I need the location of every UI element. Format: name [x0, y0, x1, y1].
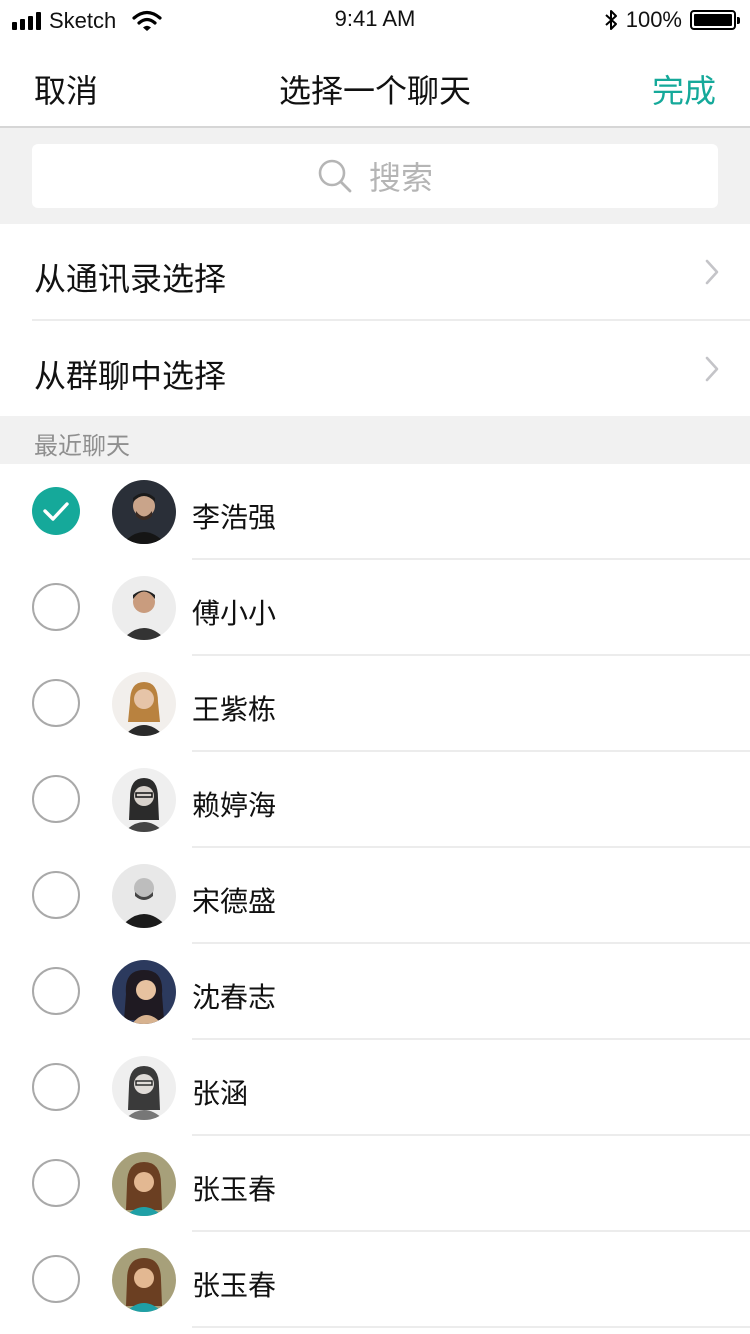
avatar	[112, 1152, 176, 1216]
battery-fill	[694, 14, 732, 26]
check-circle-icon[interactable]	[32, 1159, 80, 1207]
contact-row[interactable]: 傅小小	[0, 560, 750, 656]
check-circle-icon[interactable]	[32, 583, 80, 631]
check-circle-icon[interactable]	[32, 1063, 80, 1111]
section-title: 最近聊天	[34, 432, 130, 460]
battery-icon	[690, 10, 740, 30]
check-circle-checked-icon[interactable]	[32, 487, 80, 535]
avatar	[112, 480, 176, 544]
search-placeholder: 搜索	[368, 159, 433, 197]
contact-row[interactable]: 赖婷海	[0, 752, 750, 848]
chevron-right-icon	[705, 259, 719, 285]
search-icon	[318, 159, 352, 193]
select-from-groups-row[interactable]: 从群聊中选择	[0, 321, 750, 416]
check-circle-icon[interactable]	[32, 775, 80, 823]
contact-name: 宋德盛	[192, 885, 277, 918]
section-header-recent: 最近聊天	[0, 416, 750, 464]
contact-row[interactable]: 王紫栋	[0, 656, 750, 752]
select-from-contacts-row[interactable]: 从通讯录选择	[0, 224, 750, 320]
battery-percent: 100%	[625, 7, 682, 32]
avatar	[112, 1248, 176, 1312]
contact-name: 张玉春	[192, 1173, 277, 1206]
avatar	[112, 768, 176, 832]
search-input[interactable]: 搜索	[32, 144, 718, 208]
check-circle-icon[interactable]	[32, 967, 80, 1015]
chevron-right-icon	[705, 356, 719, 382]
status-right: 100%	[604, 7, 740, 33]
contact-row[interactable]: 张玉春	[0, 1136, 750, 1232]
check-circle-icon[interactable]	[32, 679, 80, 727]
check-circle-icon[interactable]	[32, 871, 80, 919]
avatar	[112, 1056, 176, 1120]
row-divider	[192, 1326, 750, 1328]
contact-row[interactable]: 李浩强	[0, 464, 750, 560]
contact-row[interactable]: 张玉春	[0, 1232, 750, 1328]
contact-row[interactable]: 沈春志	[0, 944, 750, 1040]
select-from-contacts-label: 从通讯录选择	[34, 260, 227, 298]
contact-row[interactable]: 张涵	[0, 1040, 750, 1136]
select-from-groups-label: 从群聊中选择	[34, 357, 227, 395]
contact-name: 王紫栋	[192, 693, 277, 726]
contact-name: 张涵	[192, 1077, 249, 1110]
avatar	[112, 576, 176, 640]
status-bar: Sketch 9:41 AM 100%	[0, 0, 750, 40]
avatar	[112, 672, 176, 736]
check-circle-icon[interactable]	[32, 1255, 80, 1303]
done-button[interactable]: 完成	[652, 66, 716, 112]
page-title: 选择一个聊天	[278, 72, 471, 110]
search-area: 搜索	[0, 128, 750, 224]
navigation-bar: 取消 选择一个聊天 完成	[0, 40, 750, 128]
contact-row[interactable]: 宋德盛	[0, 848, 750, 944]
bluetooth-icon	[605, 10, 617, 30]
contact-name: 傅小小	[192, 597, 277, 630]
contact-name: 张玉春	[192, 1269, 277, 1302]
avatar	[112, 960, 176, 1024]
contact-name: 沈春志	[192, 981, 277, 1014]
avatar	[112, 864, 176, 928]
contact-name: 赖婷海	[192, 789, 277, 822]
contact-name: 李浩强	[192, 501, 277, 534]
